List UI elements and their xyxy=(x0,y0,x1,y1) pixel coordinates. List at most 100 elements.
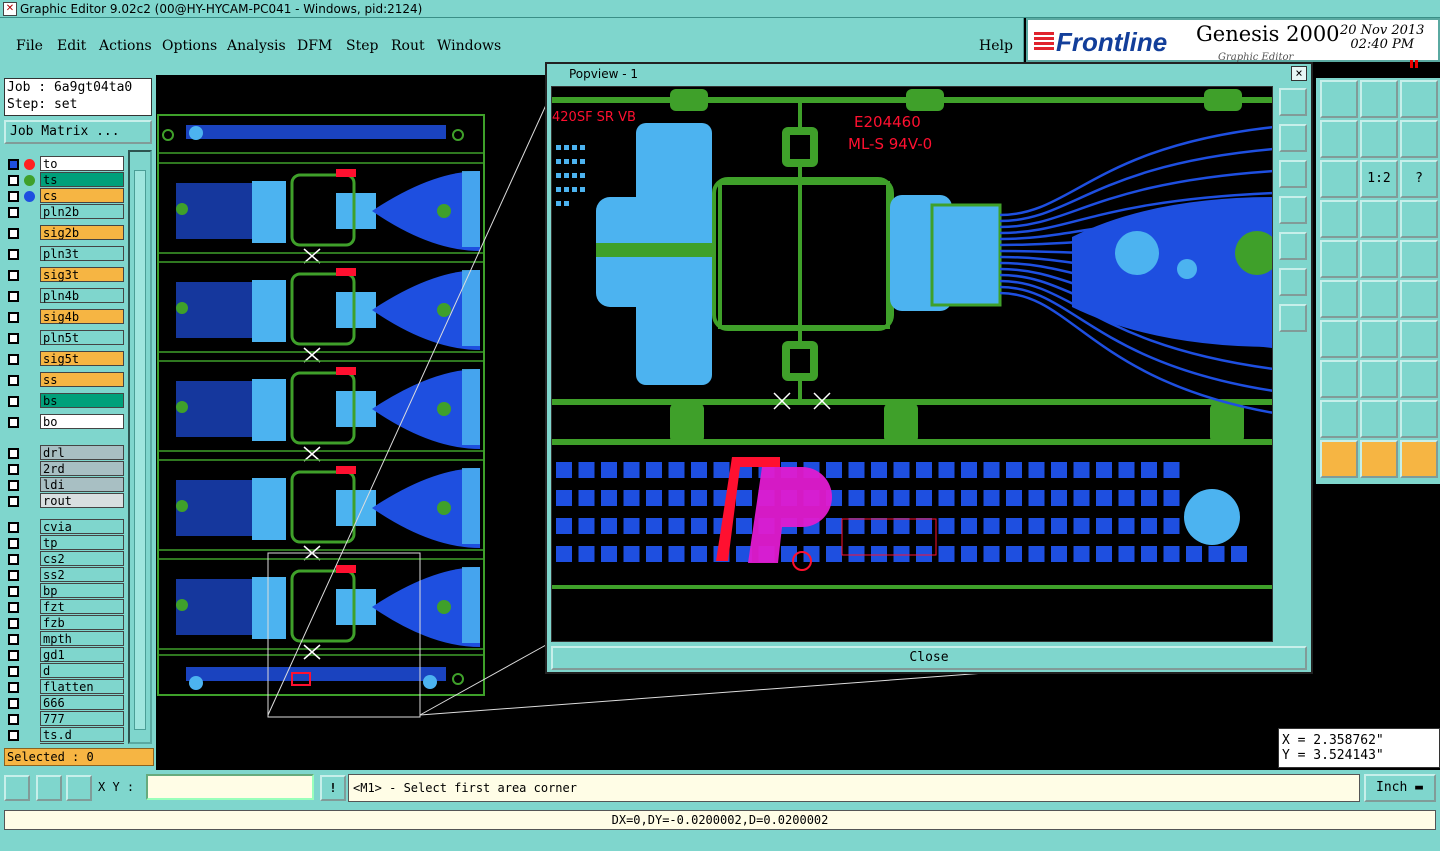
layer-checkbox[interactable] xyxy=(8,730,19,741)
layer-row[interactable]: pln4b xyxy=(4,288,126,304)
layer-row[interactable]: pln2b xyxy=(4,204,126,220)
layer-name[interactable]: bo xyxy=(40,414,124,429)
layer-row[interactable]: to xyxy=(4,156,126,172)
select-dot-icon[interactable] xyxy=(1400,240,1438,278)
layer-checkbox[interactable] xyxy=(8,354,19,365)
layer-checkbox[interactable] xyxy=(8,270,19,281)
snap-angle-icon[interactable] xyxy=(36,775,62,801)
draw-line-icon[interactable] xyxy=(1320,320,1358,358)
layer-name[interactable]: sig3t xyxy=(40,267,124,282)
flip-tri-icon[interactable] xyxy=(1400,400,1438,438)
layer-row[interactable]: cs2 xyxy=(4,551,126,567)
layer-checkbox[interactable] xyxy=(8,175,19,186)
pan-left-icon[interactable] xyxy=(1279,196,1307,224)
layer-row[interactable]: fzb xyxy=(4,615,126,631)
pan-right-icon[interactable] xyxy=(1279,232,1307,260)
app-icon[interactable]: ✕ xyxy=(3,2,17,16)
layer-checkbox[interactable] xyxy=(8,634,19,645)
scrollbar-thumb[interactable] xyxy=(134,170,146,730)
zoom-home-icon[interactable] xyxy=(1279,124,1307,152)
measure-icon[interactable] xyxy=(1320,240,1358,278)
layer-row[interactable]: ts xyxy=(4,172,126,188)
triangle-icon[interactable] xyxy=(1320,400,1358,438)
window-view-icon[interactable] xyxy=(1400,80,1438,118)
layer-checkbox[interactable] xyxy=(8,464,19,475)
snap-corner-icon[interactable] xyxy=(4,775,30,801)
layer-row[interactable]: flatten xyxy=(4,679,126,695)
layer-checkbox[interactable] xyxy=(8,333,19,344)
move-icon[interactable] xyxy=(1320,360,1358,398)
layer-row[interactable]: sig3t xyxy=(4,267,126,283)
layer-checkbox[interactable] xyxy=(8,586,19,597)
pause-icon[interactable] xyxy=(1410,60,1418,68)
zoom-extent-icon[interactable] xyxy=(1279,268,1307,296)
pointer-icon[interactable] xyxy=(1320,440,1358,478)
layer-name[interactable]: drl xyxy=(40,445,124,460)
layer-name[interactable]: 2rd xyxy=(40,461,124,476)
layer-name[interactable]: cvia xyxy=(40,519,124,534)
shapes-icon[interactable] xyxy=(1400,360,1438,398)
job-matrix-button[interactable]: Job Matrix ... xyxy=(4,120,152,144)
layer-row[interactable]: cs xyxy=(4,188,126,204)
layer-name[interactable]: sig4b xyxy=(40,309,124,324)
layer-name[interactable]: fzt xyxy=(40,599,124,614)
line-alt-icon[interactable] xyxy=(1400,280,1438,318)
popview-close-button[interactable]: Close xyxy=(551,646,1307,670)
menu-analysis[interactable]: Analysis xyxy=(227,38,286,54)
layer-row[interactable]: ts.d xyxy=(4,727,126,743)
layer-checkbox[interactable] xyxy=(8,522,19,533)
layer-name[interactable]: mpth xyxy=(40,631,124,646)
select-nodes-icon[interactable] xyxy=(1400,440,1438,478)
layer-row[interactable]: ldi xyxy=(4,477,126,493)
layer-checkbox[interactable] xyxy=(8,666,19,677)
layer-checkbox[interactable] xyxy=(8,554,19,565)
layer-row[interactable]: sig5t xyxy=(4,351,126,367)
layer-row[interactable]: tp xyxy=(4,535,126,551)
redraw-icon[interactable] xyxy=(1360,120,1398,158)
layer-checkbox[interactable] xyxy=(8,417,19,428)
arc-icon[interactable] xyxy=(1360,400,1398,438)
layer-name[interactable]: d xyxy=(40,663,124,678)
layer-name[interactable]: pln5t xyxy=(40,330,124,345)
layer-row[interactable]: ss2 xyxy=(4,567,126,583)
layers-alt-icon[interactable] xyxy=(1400,200,1438,238)
layer-checkbox[interactable] xyxy=(8,396,19,407)
layer-row[interactable]: sig4b xyxy=(4,309,126,325)
home-view-icon[interactable] xyxy=(1360,80,1398,118)
menu-rout[interactable]: Rout xyxy=(391,38,425,54)
layer-name[interactable]: gd1 xyxy=(40,647,124,662)
layer-name[interactable]: bp xyxy=(40,583,124,598)
layer-name[interactable]: pln3t xyxy=(40,246,124,261)
layer-name[interactable]: pln2b xyxy=(40,204,124,219)
save-view-icon[interactable] xyxy=(1320,80,1358,118)
zoom-in-icon[interactable] xyxy=(1279,160,1307,188)
layer-checkbox[interactable] xyxy=(8,448,19,459)
menu-step[interactable]: Step xyxy=(346,38,378,54)
layer-name[interactable]: fzb xyxy=(40,615,124,630)
menu-options[interactable]: Options xyxy=(162,38,217,54)
layer-checkbox[interactable] xyxy=(8,291,19,302)
refresh-icon[interactable] xyxy=(1400,120,1438,158)
layer-name[interactable]: flatten xyxy=(40,679,124,694)
layer-name[interactable]: sig2b xyxy=(40,225,124,240)
layer-row[interactable]: pln5t xyxy=(4,330,126,346)
popview-canvas[interactable]: E204460 ML-S 94V-0 420SF SR VB xyxy=(551,86,1273,642)
layer-checkbox[interactable] xyxy=(8,496,19,507)
alert-icon[interactable]: ! xyxy=(320,775,346,801)
layer-checkbox[interactable] xyxy=(8,698,19,709)
zoom-center-icon[interactable] xyxy=(1279,304,1307,332)
grid-icon[interactable] xyxy=(1320,200,1358,238)
layer-name[interactable]: cs xyxy=(40,188,124,203)
layer-name[interactable]: ts.d xyxy=(40,727,124,742)
menu-edit[interactable]: Edit xyxy=(57,38,86,54)
menu-help[interactable]: Help xyxy=(979,38,1013,54)
layer-name[interactable]: sig5t xyxy=(40,351,124,366)
layer-row[interactable]: cs.d xyxy=(4,743,126,744)
layer-name[interactable]: ss2 xyxy=(40,567,124,582)
zoom-fit-icon[interactable] xyxy=(1279,88,1307,116)
layer-row[interactable]: mpth xyxy=(4,631,126,647)
pointer-alt-icon[interactable] xyxy=(1360,440,1398,478)
layer-name[interactable]: bs xyxy=(40,393,124,408)
cross-icon[interactable] xyxy=(1320,280,1358,318)
layer-checkbox[interactable] xyxy=(8,375,19,386)
